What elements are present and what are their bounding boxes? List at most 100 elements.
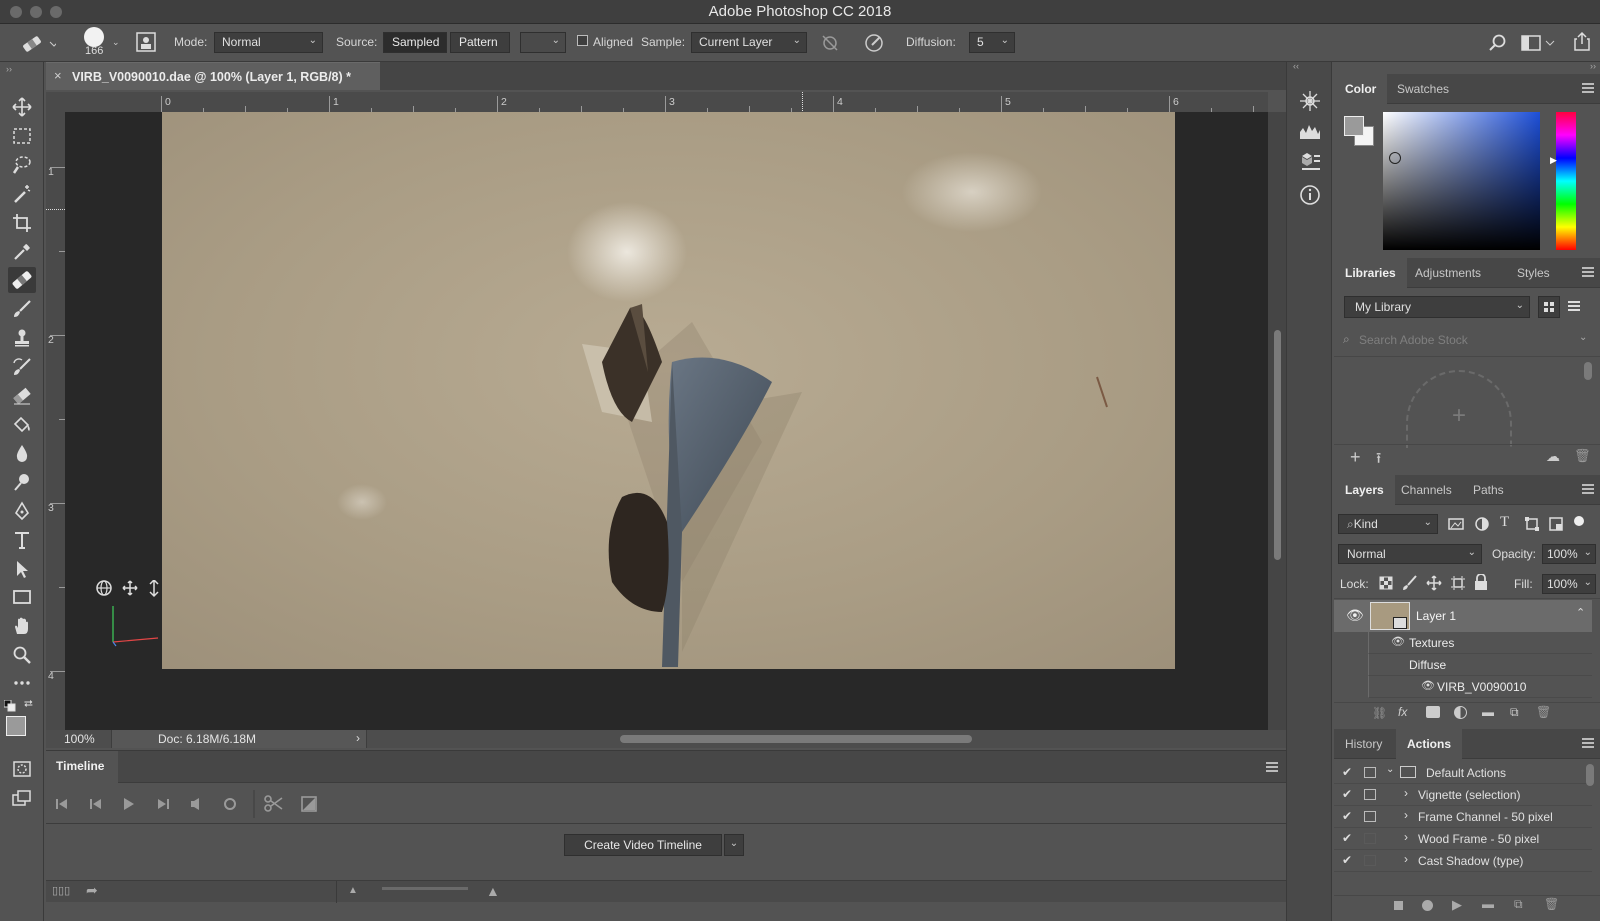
clone-stamp-tool-icon[interactable]: [8, 325, 36, 351]
mode-select[interactable]: Normal ⌄: [214, 32, 323, 53]
hue-slider-handle[interactable]: ▶: [1550, 155, 1557, 166]
new-set-icon[interactable]: ▬: [1482, 897, 1494, 911]
actions-scrollbar[interactable]: [1586, 764, 1594, 786]
zoom-in-icon[interactable]: ▲: [486, 883, 500, 899]
lock-position-icon[interactable]: [1426, 575, 1442, 591]
chevron-right-icon[interactable]: ›: [1404, 786, 1408, 800]
new-action-icon[interactable]: ⧉: [1514, 897, 1523, 912]
histogram-icon[interactable]: [1299, 122, 1321, 140]
zoom-out-icon[interactable]: ▲: [348, 885, 358, 896]
search-icon[interactable]: [1488, 33, 1508, 53]
clone-source-panel-icon[interactable]: [136, 32, 156, 52]
visibility-eye-icon[interactable]: 👁: [1421, 679, 1435, 692]
pressure-size-icon[interactable]: [863, 32, 885, 54]
properties-icon[interactable]: [1299, 152, 1321, 172]
stop-icon[interactable]: [1394, 901, 1403, 910]
grid-view-icon[interactable]: [1538, 296, 1560, 318]
layer-name[interactable]: Layer 1: [1416, 609, 1456, 623]
tab-channels[interactable]: Channels: [1390, 475, 1463, 505]
close-document-icon[interactable]: ×: [54, 68, 62, 83]
add-content-icon[interactable]: +: [1350, 447, 1361, 468]
dialog-toggle-icon[interactable]: [1364, 767, 1376, 778]
aligned-checkbox[interactable]: [577, 35, 588, 46]
delete-action-icon[interactable]: 🗑: [1544, 897, 1559, 911]
color-field[interactable]: [1383, 112, 1540, 250]
brush-picker-chevron-icon[interactable]: ⌄: [112, 37, 120, 48]
hand-tool-icon[interactable]: [8, 613, 36, 639]
blur-tool-icon[interactable]: [8, 440, 36, 466]
healing-brush-tool-icon[interactable]: [8, 267, 36, 293]
chevron-right-icon[interactable]: ›: [1404, 830, 1408, 844]
new-layer-icon[interactable]: ⧉: [1510, 705, 1519, 720]
checkmark-icon[interactable]: ✔: [1342, 831, 1352, 845]
tab-libraries[interactable]: Libraries: [1334, 258, 1407, 288]
source-pattern-button[interactable]: Pattern: [450, 32, 510, 53]
share-icon[interactable]: [1573, 31, 1591, 51]
tab-adjustments[interactable]: Adjustments: [1404, 258, 1492, 288]
filter-type-icon[interactable]: T: [1500, 514, 1509, 531]
create-video-timeline-button[interactable]: Create Video Timeline: [564, 834, 722, 856]
delete-layer-icon[interactable]: 🗑: [1536, 705, 1551, 719]
eraser-tool-icon[interactable]: [8, 383, 36, 409]
checkmark-icon[interactable]: ✔: [1342, 787, 1352, 801]
quick-mask-icon[interactable]: [8, 756, 36, 782]
trash-icon[interactable]: 🗑: [1574, 448, 1591, 464]
upload-icon[interactable]: ⭱: [1376, 448, 1381, 473]
brush-tip-icon[interactable]: [84, 27, 104, 47]
document-image[interactable]: [162, 112, 1175, 669]
pattern-picker[interactable]: ⌄: [520, 32, 566, 53]
paint-bucket-tool-icon[interactable]: [8, 412, 36, 438]
layer-style-icon[interactable]: fx: [1398, 705, 1407, 719]
tab-color[interactable]: Color: [1334, 74, 1388, 104]
tab-paths[interactable]: Paths: [1462, 475, 1515, 505]
type-tool-icon[interactable]: [8, 527, 36, 553]
tab-actions[interactable]: Actions: [1396, 729, 1463, 759]
layer-sub-diffuse[interactable]: Diffuse: [1368, 654, 1592, 676]
collapse-layer-icon[interactable]: ⌃: [1576, 606, 1585, 619]
eyedropper-tool-icon[interactable]: [8, 239, 36, 265]
marquee-tool-icon[interactable]: [8, 123, 36, 149]
path-selection-tool-icon[interactable]: [8, 556, 36, 582]
lock-all-icon[interactable]: [1474, 574, 1488, 590]
opacity-input[interactable]: 100% ⌄: [1542, 544, 1596, 564]
diffusion-select[interactable]: 5 ⌄: [969, 32, 1015, 53]
ignore-adjustment-layers-icon[interactable]: [820, 33, 840, 53]
panel-menu-icon[interactable]: [1582, 484, 1594, 494]
tab-history[interactable]: History: [1334, 729, 1393, 759]
vertical-scroll-thumb[interactable]: [1274, 330, 1281, 560]
panel-menu-icon[interactable]: [1582, 83, 1594, 93]
checkmark-icon[interactable]: ✔: [1342, 853, 1352, 867]
checkmark-icon[interactable]: ✔: [1342, 765, 1352, 779]
brush-tool-icon[interactable]: [8, 296, 36, 322]
panel-menu-icon[interactable]: [1582, 738, 1594, 748]
filter-toggle[interactable]: [1574, 516, 1584, 526]
dialog-toggle-icon[interactable]: [1364, 833, 1376, 844]
3d-panel-icon[interactable]: [1299, 90, 1321, 112]
fill-input[interactable]: 100% ⌄: [1542, 574, 1596, 594]
zoom-level[interactable]: 100%: [64, 732, 95, 746]
tab-layers[interactable]: Layers: [1334, 475, 1395, 505]
color-fg-swatch[interactable]: [1344, 116, 1364, 136]
lock-pixels-icon[interactable]: [1402, 575, 1418, 591]
dodge-tool-icon[interactable]: [8, 469, 36, 495]
horizontal-scroll-thumb[interactable]: [620, 735, 972, 743]
sample-select[interactable]: Current Layer ⌄: [691, 32, 807, 53]
action-row[interactable]: ✔ › Frame Channel - 50 pixel: [1334, 806, 1592, 828]
tab-styles[interactable]: Styles: [1506, 258, 1561, 288]
visibility-eye-icon[interactable]: 👁: [1346, 607, 1364, 624]
workspace-icon[interactable]: [1521, 34, 1555, 52]
lock-artboard-icon[interactable]: [1450, 575, 1466, 591]
add-mask-icon[interactable]: [1426, 706, 1440, 718]
filter-smart-object-icon[interactable]: [1548, 516, 1564, 532]
vertical-scrollbar[interactable]: [1268, 112, 1286, 730]
hue-slider[interactable]: [1556, 112, 1576, 250]
chevron-right-icon[interactable]: ›: [1404, 808, 1408, 822]
tab-timeline[interactable]: Timeline: [46, 751, 118, 783]
new-adjustment-layer-icon[interactable]: [1454, 706, 1467, 719]
cloud-sync-icon[interactable]: ☁: [1546, 448, 1560, 465]
3d-axis-widget[interactable]: [94, 580, 166, 650]
crop-tool-icon[interactable]: [8, 210, 36, 236]
panel-menu-icon[interactable]: [1582, 267, 1594, 277]
layer-filter-kind[interactable]: ⌕Kind ⌄: [1338, 514, 1438, 534]
layer-row[interactable]: 👁 Layer 1 ⌃: [1334, 600, 1592, 632]
